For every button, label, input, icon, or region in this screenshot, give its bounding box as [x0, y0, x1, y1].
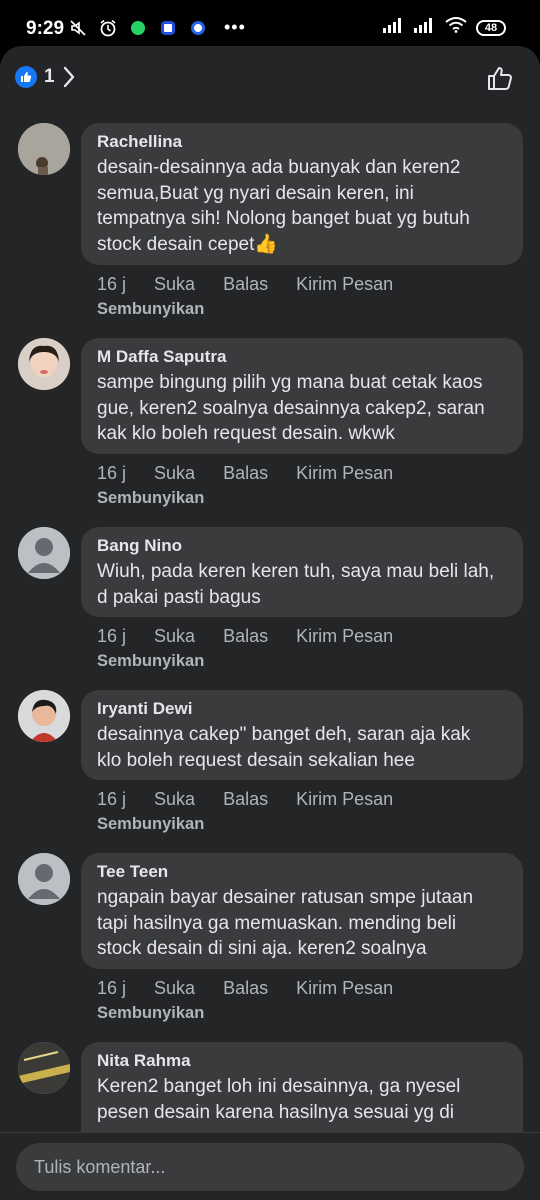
commenter-name[interactable]: Rachellina	[97, 131, 507, 153]
comment-text: Keren2 banget loh ini desainnya, ga nyes…	[97, 1076, 461, 1123]
reply-action[interactable]: Balas	[223, 463, 268, 484]
comment-actions: 16 j Suka Balas Kirim Pesan	[97, 978, 421, 999]
comment-actions: 16 j Suka Balas Kirim Pesan	[97, 274, 421, 295]
signal-icon	[383, 17, 405, 38]
comment-time: 16 j	[97, 626, 127, 646]
send-message-action[interactable]: Kirim Pesan	[296, 789, 393, 810]
hide-action[interactable]: Sembunyikan	[97, 300, 204, 319]
wifi-icon	[445, 17, 467, 38]
sheet-header: 1	[0, 46, 540, 108]
comment-bubble: Rachellina desain-desainnya ada buanyak …	[81, 123, 523, 265]
comment-input[interactable]	[16, 1143, 524, 1191]
send-message-action[interactable]: Kirim Pesan	[296, 978, 393, 999]
alarm-icon	[98, 18, 118, 38]
app-notification-icon	[158, 18, 178, 38]
comments-sheet: 1 Rachellina desain-desainnya ada buanya…	[0, 46, 540, 1200]
comment-text: sampe bingung pilih yg mana buat cetak k…	[97, 372, 485, 444]
avatar[interactable]	[18, 338, 70, 390]
thumbs-up-icon[interactable]	[486, 64, 514, 97]
comment-bubble: Bang Nino Wiuh, pada keren keren tuh, sa…	[81, 527, 523, 617]
comment-text: Wiuh, pada keren keren tuh, saya mau bel…	[97, 561, 495, 608]
app-notification-icon-2	[188, 18, 208, 38]
comment-actions: 16 j Suka Balas Kirim Pesan	[97, 626, 421, 647]
comment-bubble: Tee Teen ngapain bayar desainer ratusan …	[81, 853, 523, 969]
comment-composer	[0, 1132, 540, 1200]
comment-bubble: M Daffa Saputra sampe bingung pilih yg m…	[81, 338, 523, 454]
hide-action[interactable]: Sembunyikan	[97, 652, 204, 671]
commenter-name[interactable]: Bang Nino	[97, 535, 507, 557]
comment-actions: 16 j Suka Balas Kirim Pesan	[97, 463, 421, 484]
status-time: 9:29	[26, 18, 65, 39]
commenter-name[interactable]: Tee Teen	[97, 861, 507, 883]
like-action[interactable]: Suka	[154, 274, 195, 295]
status-bar: 9:29 ••• 48	[0, 0, 540, 46]
avatar[interactable]	[18, 853, 70, 905]
more-notifications-icon: •••	[224, 17, 246, 37]
avatar[interactable]	[18, 123, 70, 175]
chevron-right-icon[interactable]	[62, 65, 76, 94]
comment-actions: 16 j Suka Balas Kirim Pesan	[97, 789, 421, 810]
whatsapp-icon	[128, 18, 148, 38]
comment-time: 16 j	[97, 463, 127, 483]
hide-action[interactable]: Sembunyikan	[97, 1004, 204, 1023]
commenter-name[interactable]: M Daffa Saputra	[97, 346, 507, 368]
comment-time: 16 j	[97, 789, 127, 809]
comment-text: desainnya cakep" banget deh, saran aja k…	[97, 724, 471, 771]
commenter-name[interactable]: Iryanti Dewi	[97, 698, 507, 720]
mute-icon	[68, 18, 88, 38]
like-reaction-icon[interactable]	[15, 66, 37, 88]
battery-icon: 48	[476, 19, 506, 36]
hide-action[interactable]: Sembunyikan	[97, 489, 204, 508]
hide-action[interactable]: Sembunyikan	[97, 815, 204, 834]
like-action[interactable]: Suka	[154, 463, 195, 484]
reply-action[interactable]: Balas	[223, 978, 268, 999]
comment-text: desain-desainnya ada buanyak dan keren2 …	[97, 157, 470, 255]
signal-icon-2	[414, 17, 436, 38]
avatar[interactable]	[18, 527, 70, 579]
send-message-action[interactable]: Kirim Pesan	[296, 626, 393, 647]
reply-action[interactable]: Balas	[223, 274, 268, 295]
comment-time: 16 j	[97, 274, 127, 294]
send-message-action[interactable]: Kirim Pesan	[296, 274, 393, 295]
comment-text: ngapain bayar desainer ratusan smpe juta…	[97, 887, 474, 959]
avatar[interactable]	[18, 690, 70, 742]
like-action[interactable]: Suka	[154, 789, 195, 810]
comment-bubble: Iryanti Dewi desainnya cakep" banget deh…	[81, 690, 523, 780]
avatar[interactable]	[18, 1042, 70, 1094]
like-action[interactable]: Suka	[154, 626, 195, 647]
comment-time: 16 j	[97, 978, 127, 998]
reply-action[interactable]: Balas	[223, 626, 268, 647]
like-action[interactable]: Suka	[154, 978, 195, 999]
like-count[interactable]: 1	[44, 66, 55, 88]
reply-action[interactable]: Balas	[223, 789, 268, 810]
send-message-action[interactable]: Kirim Pesan	[296, 463, 393, 484]
commenter-name[interactable]: Nita Rahma	[97, 1050, 507, 1072]
